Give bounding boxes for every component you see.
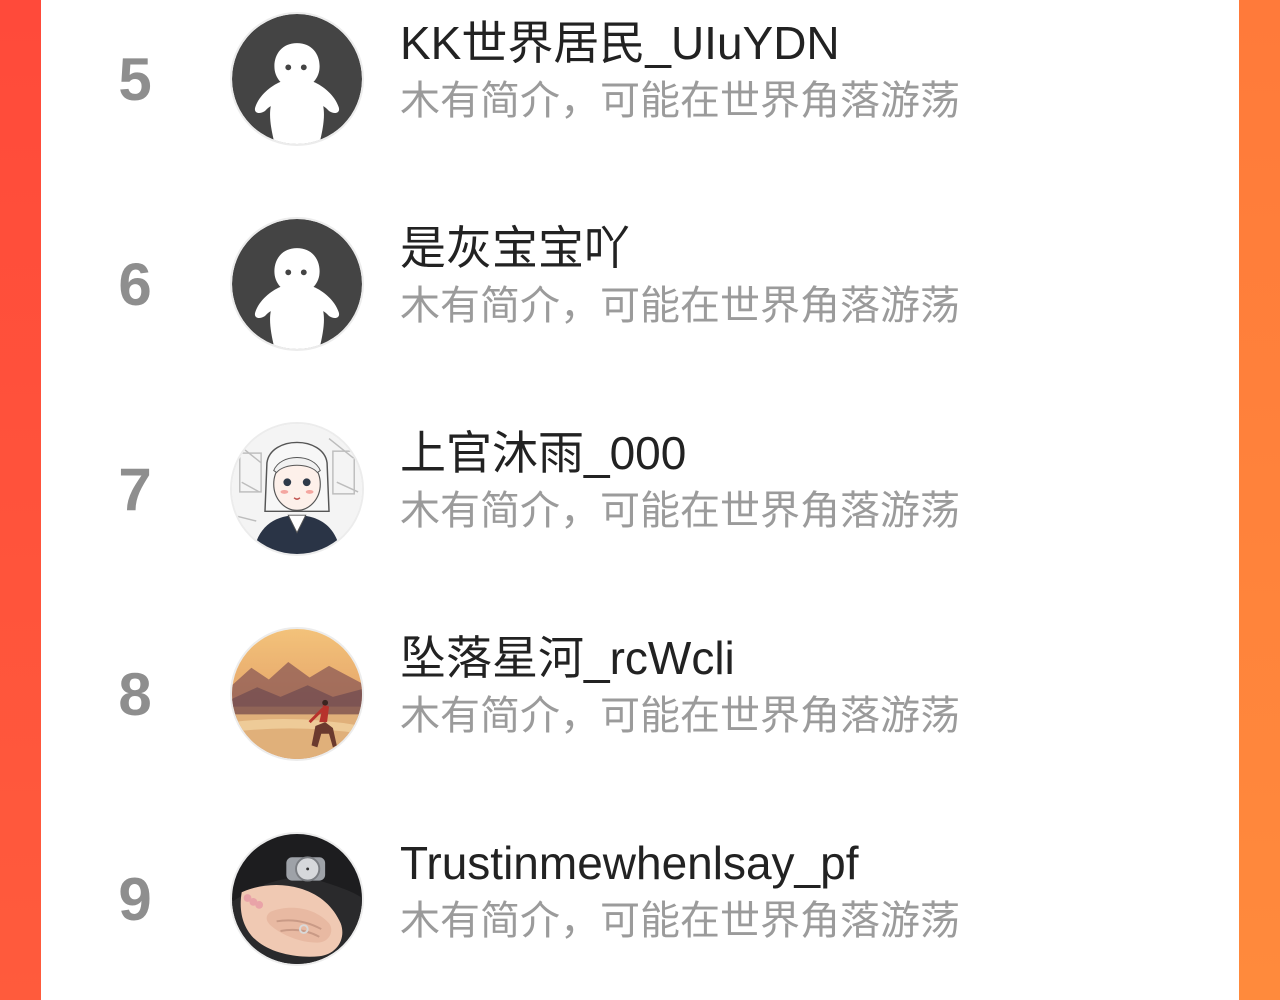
default-avatar-icon[interactable]	[230, 12, 364, 146]
holding-hands-avatar[interactable]	[230, 832, 364, 966]
user-description: 木有简介，可能在世界角落游荡	[400, 899, 960, 943]
user-description: 木有简介，可能在世界角落游荡	[400, 489, 960, 533]
user-description: 木有简介，可能在世界角落游荡	[400, 79, 960, 123]
ranking-row[interactable]: 8 坠落星河_rcWcli 木有简介，可能在世界角落游荡	[41, 615, 1239, 765]
landscape-avatar[interactable]	[230, 627, 364, 761]
rank-number: 5	[118, 46, 152, 113]
ranking-row[interactable]: 6 是灰宝宝吖 木有简介，可能在世界角落游荡	[41, 205, 1239, 355]
user-description: 木有简介，可能在世界角落游荡	[400, 694, 960, 738]
rank-number: 8	[118, 661, 152, 728]
right-gradient-border	[1239, 0, 1280, 1000]
user-description: 木有简介，可能在世界角落游荡	[400, 284, 960, 328]
default-avatar-icon[interactable]	[230, 217, 364, 351]
anime-girl-avatar[interactable]	[230, 422, 364, 556]
rank-number: 9	[118, 866, 152, 933]
left-gradient-border	[0, 0, 41, 1000]
user-name[interactable]: 坠落星河_rcWcli	[400, 630, 735, 686]
user-name[interactable]: 是灰宝宝吖	[400, 220, 630, 276]
ranking-list-panel: 5 KK世界居民_UIuYDN 木有简介，可能在世界角落游荡 6 是灰宝宝吖 木…	[41, 0, 1239, 1000]
user-name[interactable]: Trustinmewhenlsay_pf	[400, 835, 859, 891]
user-name[interactable]: 上官沐雨_000	[400, 425, 686, 481]
ranking-row[interactable]: 5 KK世界居民_UIuYDN 木有简介，可能在世界角落游荡	[41, 0, 1239, 150]
user-name[interactable]: KK世界居民_UIuYDN	[400, 15, 840, 71]
rank-number: 7	[118, 456, 152, 523]
rank-number: 6	[118, 251, 152, 318]
ranking-row[interactable]: 7 上官沐雨_000 木有简介，可能在世界角落游荡	[41, 410, 1239, 560]
ranking-row[interactable]: 9 Trustinmewhenlsay_pf 木有简介，可能在世界角落游荡	[41, 820, 1239, 970]
